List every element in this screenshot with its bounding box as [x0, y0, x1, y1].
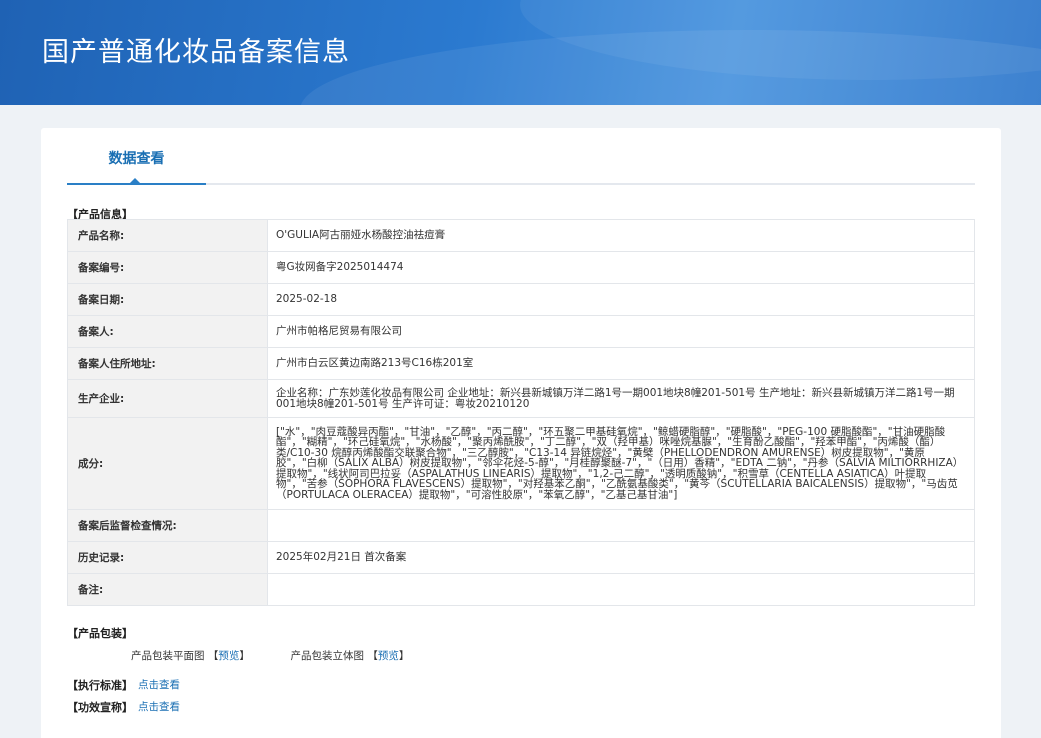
tab-bar: 数据查看: [67, 128, 975, 185]
header-banner: 国产普通化妆品备案信息: [0, 0, 1041, 105]
row-value: 企业名称：广东妙莲化妆品有限公司 企业地址：新兴县新城镇万洋二路1号一期001地…: [267, 379, 975, 418]
bracket-close: 】: [239, 650, 250, 662]
row-value: 2025-02-18: [267, 283, 975, 316]
table-row: 备案后监督检查情况:: [67, 509, 975, 542]
row-value: ["水"，"肉豆蔻酸异丙酯"，"甘油"，"乙醇"，"丙二醇"，"环五聚二甲基硅氧…: [267, 417, 975, 510]
standard-view-link[interactable]: 点击查看: [138, 677, 180, 692]
section-title-efficacy: 【功效宣称】: [67, 701, 133, 714]
table-row: 备案人住所地址: 广州市白云区黄边南路213号C16栋201室: [67, 347, 975, 380]
table-row: 产品名称: O'GULIA阿古丽娅水杨酸控油祛痘膏: [67, 219, 975, 252]
bracket-open: 【: [367, 650, 378, 662]
table-row: 历史记录: 2025年02月21日 首次备案: [67, 541, 975, 574]
section-title-packaging: 【产品包装】: [67, 627, 133, 640]
row-label: 备案后监督检查情况:: [67, 509, 268, 542]
row-label: 成分:: [67, 417, 268, 510]
tab-data-view[interactable]: 数据查看: [67, 128, 206, 185]
tab-active-caret-icon: [129, 178, 141, 184]
table-row: 生产企业: 企业名称：广东妙莲化妆品有限公司 企业地址：新兴县新城镇万洋二路1号一…: [67, 379, 975, 418]
section-title-standard: 【执行标准】: [67, 679, 133, 692]
row-label: 历史记录:: [67, 541, 268, 574]
table-row: 备注:: [67, 573, 975, 606]
bracket-open: 【: [207, 650, 219, 662]
row-value: 2025年02月21日 首次备案: [267, 541, 975, 574]
row-value: 粤G妆网备字2025014474: [267, 251, 975, 284]
row-value: [267, 509, 975, 542]
row-label: 备案日期:: [67, 283, 268, 316]
row-label: 备注:: [67, 573, 268, 606]
content-card: 数据查看 【产品信息】 产品名称: O'GULIA阿古丽娅水杨酸控油祛痘膏 备案编号…: [41, 128, 1001, 738]
packaging-3d-preview-link[interactable]: 预览: [378, 648, 399, 663]
packaging-3d-label: 产品包装立体图: [290, 650, 365, 662]
table-row: 成分: ["水"，"肉豆蔻酸异丙酯"，"甘油"，"乙醇"，"丙二醇"，"环五聚二甲…: [67, 417, 975, 510]
row-label: 生产企业:: [67, 379, 268, 418]
table-row: 备案编号: 粤G妆网备字2025014474: [67, 251, 975, 284]
row-label: 备案编号:: [67, 251, 268, 284]
row-value: 广州市白云区黄边南路213号C16栋201室: [267, 347, 975, 380]
row-label: 产品名称:: [67, 219, 268, 252]
packaging-flat-label: 产品包装平面图: [131, 650, 205, 662]
row-label: 备案人住所地址:: [67, 347, 268, 380]
row-label: 备案人:: [67, 315, 268, 348]
row-value: O'GULIA阿古丽娅水杨酸控油祛痘膏: [267, 219, 975, 252]
page-title: 国产普通化妆品备案信息: [42, 37, 350, 68]
efficacy-view-link[interactable]: 点击查看: [138, 699, 180, 714]
table-row: 备案日期: 2025-02-18: [67, 283, 975, 316]
row-value: 广州市帕格尼贸易有限公司: [267, 315, 975, 348]
packaging-row: 产品包装平面图 【预览】 产品包装立体图 【预览】: [131, 648, 409, 663]
table-row: 备案人: 广州市帕格尼贸易有限公司: [67, 315, 975, 348]
row-value: [267, 573, 975, 606]
bracket-close: 】: [398, 650, 410, 662]
product-info-table: 产品名称: O'GULIA阿古丽娅水杨酸控油祛痘膏 备案编号: 粤G妆网备字20250…: [67, 219, 975, 606]
packaging-flat-preview-link[interactable]: 预览: [218, 648, 239, 663]
